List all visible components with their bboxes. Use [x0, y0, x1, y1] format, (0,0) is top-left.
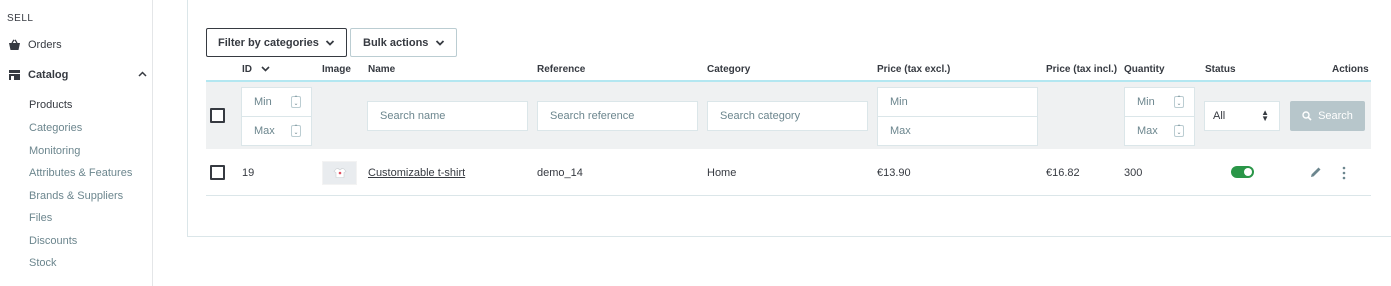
column-header-name[interactable]: Name — [368, 64, 395, 75]
header-label: ID — [242, 64, 252, 75]
sidebar-item-categories[interactable]: Categories — [29, 122, 82, 134]
edit-pencil-icon[interactable] — [1310, 166, 1322, 178]
sidebar-item-brands[interactable]: Brands & Suppliers — [29, 190, 123, 202]
sidebar-item-label: Catalog — [28, 69, 69, 81]
row-quantity[interactable]: 300 — [1124, 167, 1142, 179]
row-id: 19 — [242, 167, 255, 179]
filter-by-categories-button[interactable]: Filter by categories — [206, 28, 347, 57]
bulk-actions-button[interactable]: Bulk actions — [350, 28, 457, 57]
chevron-down-icon — [435, 40, 445, 46]
more-vertical-icon[interactable] — [1341, 166, 1347, 180]
quantity-min-input[interactable]: Min ⌃ ⌄ — [1124, 87, 1195, 117]
toggle-knob — [1244, 168, 1252, 176]
input-value: Min — [254, 96, 272, 108]
input-placeholder: Search name — [380, 110, 446, 122]
spinner-icon[interactable]: ⌃ ⌄ — [291, 96, 301, 108]
input-value: Max — [1137, 125, 1158, 137]
spinner-icon[interactable]: ⌃ ⌄ — [291, 125, 301, 137]
input-value: Max — [254, 125, 275, 137]
column-header-reference[interactable]: Reference — [537, 64, 585, 75]
row-reference: demo_14 — [537, 167, 583, 179]
shopping-basket-icon — [7, 38, 21, 52]
select-value: All — [1213, 110, 1226, 122]
search-reference-input[interactable]: Search reference — [537, 101, 698, 131]
bulk-button-label: Bulk actions — [363, 36, 429, 49]
row-price-incl: €16.82 — [1046, 167, 1080, 179]
column-header-id[interactable]: ID — [242, 64, 270, 75]
input-placeholder: Search category — [720, 110, 801, 122]
sidebar-item-stock[interactable]: Stock — [29, 257, 57, 269]
input-placeholder: Min — [890, 96, 908, 108]
price-max-input[interactable]: Max — [877, 116, 1038, 146]
sidebar-item-catalog[interactable]: Catalog — [7, 68, 147, 82]
status-toggle[interactable] — [1231, 166, 1254, 178]
quantity-max-input[interactable]: Max ⌃ ⌄ — [1124, 116, 1195, 146]
row-price-excl[interactable]: €13.90 — [877, 167, 911, 179]
price-min-input[interactable]: Min — [877, 87, 1038, 117]
search-icon — [1302, 111, 1312, 121]
column-header-image: Image — [322, 64, 351, 75]
column-header-actions: Actions — [1332, 64, 1369, 75]
input-placeholder: Max — [890, 125, 911, 137]
product-name-link[interactable]: Customizable t-shirt — [368, 167, 465, 179]
input-placeholder: Search reference — [550, 110, 635, 122]
sidebar-item-monitoring[interactable]: Monitoring — [29, 145, 80, 157]
status-select[interactable]: All ▲ ▼ — [1204, 101, 1280, 131]
spinner-icon[interactable]: ⌃ ⌄ — [1174, 96, 1184, 108]
sidebar-item-discounts[interactable]: Discounts — [29, 235, 77, 247]
column-header-status[interactable]: Status — [1205, 64, 1236, 75]
column-header-price-excl[interactable]: Price (tax excl.) — [877, 64, 950, 75]
tshirt-image-icon — [333, 168, 346, 178]
search-category-input[interactable]: Search category — [707, 101, 868, 131]
select-all-checkbox[interactable] — [210, 108, 225, 123]
search-name-input[interactable]: Search name — [367, 101, 528, 131]
chevron-down-icon — [325, 40, 335, 46]
sidebar-item-orders[interactable]: Orders — [7, 38, 62, 52]
id-min-input[interactable]: Min ⌃ ⌄ — [241, 87, 312, 117]
sidebar: SELL Orders Catalog Products Categories … — [0, 0, 153, 286]
column-header-price-incl[interactable]: Price (tax incl.) — [1046, 64, 1117, 75]
sort-down-icon — [261, 66, 270, 72]
column-header-quantity[interactable]: Quantity — [1124, 64, 1165, 75]
select-arrows-icon: ▲ ▼ — [1261, 108, 1269, 123]
product-thumbnail[interactable] — [322, 161, 357, 185]
input-value: Min — [1137, 96, 1155, 108]
search-button-label: Search — [1318, 110, 1353, 122]
sidebar-section-sell: SELL — [7, 13, 34, 24]
row-category: Home — [707, 167, 737, 179]
spinner-icon[interactable]: ⌃ ⌄ — [1174, 125, 1184, 137]
id-max-input[interactable]: Max ⌃ ⌄ — [241, 116, 312, 146]
chevron-up-icon — [138, 69, 147, 80]
store-icon — [7, 68, 21, 82]
sidebar-item-files[interactable]: Files — [29, 212, 52, 224]
sidebar-item-attributes[interactable]: Attributes & Features — [29, 167, 132, 179]
search-button[interactable]: Search — [1290, 101, 1365, 131]
sidebar-item-products[interactable]: Products — [29, 99, 72, 111]
row-divider — [206, 195, 1371, 196]
filter-button-label: Filter by categories — [218, 36, 319, 49]
row-select-checkbox[interactable] — [210, 165, 225, 180]
column-header-category[interactable]: Category — [707, 64, 750, 75]
sidebar-item-label: Orders — [28, 39, 62, 51]
